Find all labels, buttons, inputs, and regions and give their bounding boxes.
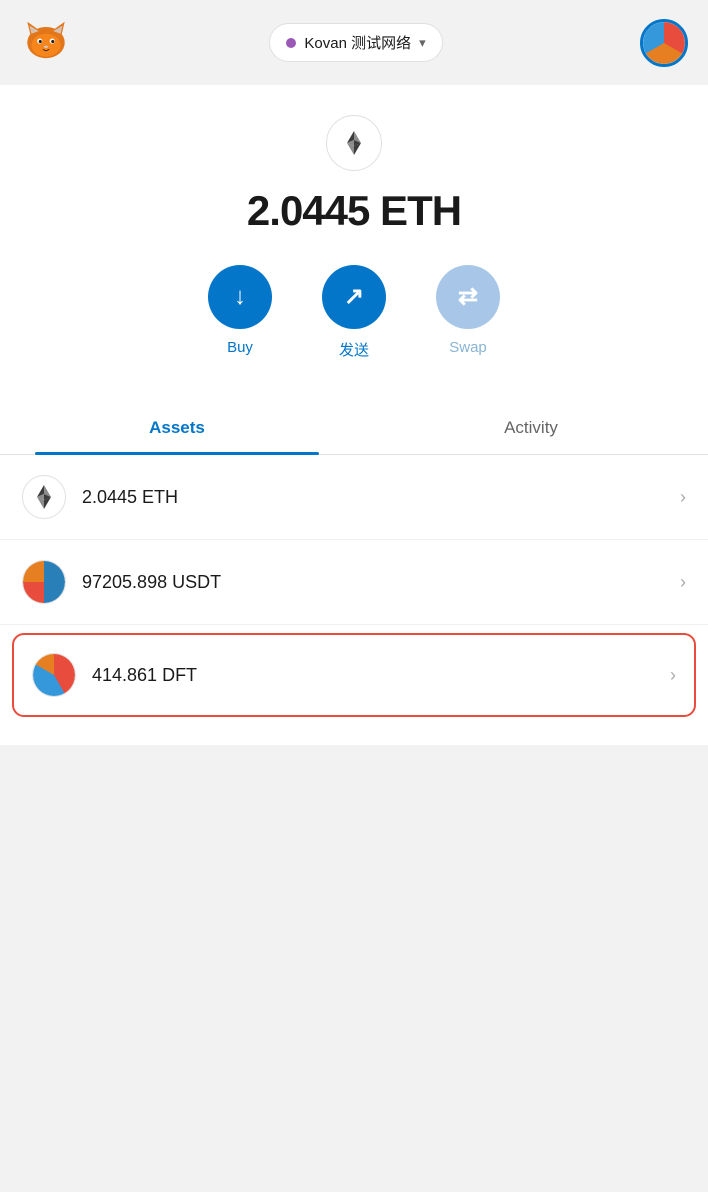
eth-chevron-right-icon: › [680,487,686,508]
chevron-down-icon: ▾ [419,35,426,51]
tab-activity[interactable]: Activity [354,402,708,454]
send-label: 发送 [339,339,369,360]
swap-icon-circle: ⇄ [436,265,500,329]
dft-token-icon [32,653,76,697]
dft-amount: 414.861 DFT [92,665,197,685]
swap-button[interactable]: ⇄ Swap [436,265,500,360]
metamask-logo[interactable] [20,14,72,71]
tab-assets[interactable]: Assets [0,402,354,454]
avatar[interactable] [640,19,688,67]
send-button[interactable]: ↗ 发送 [322,265,386,360]
asset-item-dft[interactable]: 414.861 DFT › [12,633,696,717]
eth-asset-info: 2.0445 ETH [82,487,680,508]
network-indicator [286,38,296,48]
send-arrow-icon: ↗ [344,285,364,309]
asset-item-usdt[interactable]: 97205.898 USDT › [0,540,708,625]
usdt-asset-info: 97205.898 USDT [82,572,680,593]
usdt-chevron-right-icon: › [680,572,686,593]
tabs: Assets Activity [0,402,708,455]
usdt-token-icon [22,560,66,604]
balance-amount: 2.0445 ETH [247,187,461,235]
buy-label: Buy [227,339,253,356]
eth-amount: 2.0445 ETH [82,487,178,507]
dft-chevron-right-icon: › [670,665,676,686]
send-icon-circle: ↗ [322,265,386,329]
main-content: 2.0445 ETH ↓ Buy ↗ 发送 ⇄ S [0,85,708,745]
avatar-image [643,22,685,64]
network-selector[interactable]: Kovan 测试网络 ▾ [269,23,442,62]
asset-list: 2.0445 ETH › 97205.898 USDT › 414.861 DF… [0,455,708,717]
action-buttons: ↓ Buy ↗ 发送 ⇄ Swap [188,265,520,360]
asset-item-eth[interactable]: 2.0445 ETH › [0,455,708,540]
eth-token-icon [22,475,66,519]
download-icon: ↓ [234,285,246,309]
dft-asset-info: 414.861 DFT [92,665,670,686]
eth-icon-circle [326,115,382,171]
balance-section: 2.0445 ETH ↓ Buy ↗ 发送 ⇄ S [0,85,708,402]
header: Kovan 测试网络 ▾ [0,0,708,85]
buy-icon-circle: ↓ [208,265,272,329]
swap-label: Swap [449,339,487,356]
buy-button[interactable]: ↓ Buy [208,265,272,360]
ethereum-icon [340,129,368,157]
network-name: Kovan 测试网络 [304,32,411,53]
swap-arrows-icon: ⇄ [458,285,478,309]
usdt-amount: 97205.898 USDT [82,572,221,592]
